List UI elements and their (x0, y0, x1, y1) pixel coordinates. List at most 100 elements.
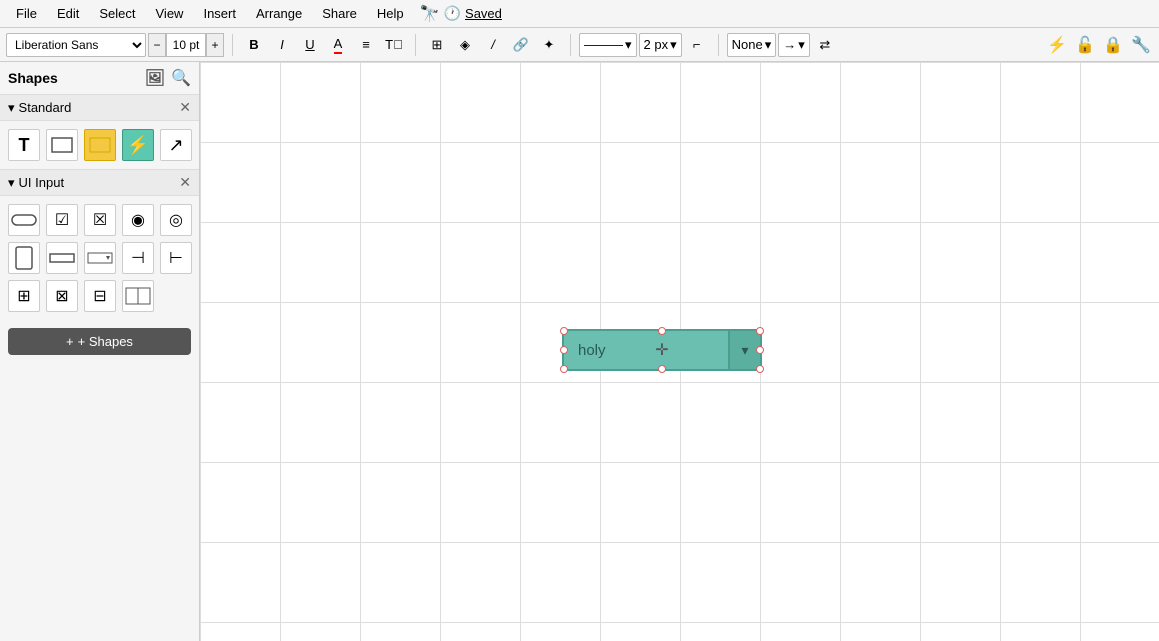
corner-button[interactable]: ⌐ (684, 32, 710, 58)
menu-help[interactable]: Help (369, 4, 412, 23)
section-standard-label: Standard (19, 100, 72, 115)
menu-insert[interactable]: Insert (195, 4, 244, 23)
shape-labeled-input[interactable]: ⊟ (84, 280, 116, 312)
shape-search-input[interactable]: ⊠ (46, 280, 78, 312)
handle-top-center[interactable] (658, 327, 666, 335)
sidebar-header: Shapes 🖼 🔍 (0, 62, 199, 94)
line-width-select[interactable]: 2 px ▾ (639, 33, 682, 57)
search-icon[interactable]: 🔍 (171, 68, 191, 88)
chevron-down-icon: ▾ (625, 37, 632, 53)
gallery-icon[interactable]: 🖼 (145, 68, 165, 88)
sidebar: Shapes 🖼 🔍 ▾ Standard ✕ T ⚡ ↗ (0, 62, 200, 641)
shape-slider[interactable]: ⊣ (122, 242, 154, 274)
handle-middle-right[interactable] (756, 346, 764, 354)
main-area: Shapes 🖼 🔍 ▾ Standard ✕ T ⚡ ↗ (0, 62, 1159, 641)
font-color-button[interactable]: A (325, 32, 351, 58)
line-style-select[interactable]: ——— ▾ (579, 33, 637, 57)
link-button[interactable]: 🔗 (508, 32, 534, 58)
font-size-decrease[interactable]: − (148, 33, 166, 57)
move-icon: ✛ (655, 340, 668, 360)
font-group: Liberation Sans − + (6, 33, 224, 57)
shape-radio-empty[interactable]: ◎ (160, 204, 192, 236)
shape-yellow-rect[interactable] (84, 129, 116, 161)
saved-area: 🔭 🕐 Saved (420, 4, 502, 24)
shape-dropdown[interactable] (84, 242, 116, 274)
ui-input-shapes-grid: ☑ ☒ ◉ ◎ ⊣ ⊢ ⊞ ⊠ ⊟ (0, 196, 199, 320)
sep-3 (570, 34, 571, 56)
shape-split-panel[interactable] (122, 280, 154, 312)
add-shapes-button[interactable]: + + Shapes (8, 328, 191, 355)
chevron-down-icon-3: ▾ (765, 37, 772, 53)
menu-bar: File Edit Select View Insert Arrange Sha… (0, 0, 1159, 28)
shape-radio-filled[interactable]: ◉ (122, 204, 154, 236)
saved-label[interactable]: Saved (465, 6, 502, 21)
menu-arrange[interactable]: Arrange (248, 4, 310, 23)
swap-arrow-button[interactable]: ⇄ (812, 32, 838, 58)
handle-top-right[interactable] (756, 327, 764, 335)
section-standard-header: ▾ Standard ✕ (0, 94, 199, 121)
table-button[interactable]: ⊞ (424, 32, 450, 58)
bold-button[interactable]: B (241, 32, 267, 58)
shape-grid-input[interactable]: ⊞ (8, 280, 40, 312)
menu-edit[interactable]: Edit (49, 4, 87, 23)
underline-button[interactable]: U (297, 32, 323, 58)
shape-lightning[interactable]: ⚡ (122, 129, 154, 161)
chevron-down-standard-icon: ▾ (8, 100, 15, 116)
menu-select[interactable]: Select (91, 4, 143, 23)
extra-button[interactable]: ✦ (536, 32, 562, 58)
shape-tablet[interactable] (8, 242, 40, 274)
section-ui-input-close[interactable]: ✕ (179, 174, 191, 191)
sep-2 (415, 34, 416, 56)
shape-checkbox-checked[interactable]: ☑ (46, 204, 78, 236)
arrow-end-select[interactable]: → ▾ (778, 33, 810, 57)
sep-4 (718, 34, 719, 56)
handle-bottom-right[interactable] (756, 365, 764, 373)
line-group: ——— ▾ 2 px ▾ ⌐ (579, 32, 710, 58)
section-ui-input-label: UI Input (19, 175, 65, 190)
text-format-group: B I U A ≡ T⃨ (241, 32, 407, 58)
section-standard-close[interactable]: ✕ (179, 99, 191, 116)
shape-checkbox-x[interactable]: ☒ (84, 204, 116, 236)
canvas[interactable]: holy ✛ ▾ (200, 62, 1159, 641)
menu-view[interactable]: View (148, 4, 192, 23)
standard-shapes-grid: T ⚡ ↗ (0, 121, 199, 169)
handle-top-left[interactable] (560, 327, 568, 335)
lock-button[interactable]: 🔒 (1101, 33, 1125, 57)
sep-1 (232, 34, 233, 56)
arrow-start-label: None (732, 37, 763, 52)
dropdown-shape[interactable]: holy ✛ ▾ (562, 329, 762, 371)
shape-rectangle[interactable] (46, 129, 78, 161)
lightning-button[interactable]: ⚡ (1045, 33, 1069, 57)
italic-button[interactable]: I (269, 32, 295, 58)
shape-input-flat[interactable] (46, 242, 78, 274)
chevron-down-icon-4: ▾ (798, 37, 805, 53)
font-size-input[interactable] (166, 33, 206, 57)
align-text-button[interactable]: T⃨ (381, 32, 407, 58)
sidebar-title: Shapes (8, 70, 58, 86)
wrench-button[interactable]: 🔧 (1129, 33, 1153, 57)
shape-input-rounded[interactable] (8, 204, 40, 236)
unlock-button[interactable]: 🔓 (1073, 33, 1097, 57)
sidebar-header-icons: 🖼 🔍 (145, 68, 191, 88)
shape-toggle[interactable]: ⊢ (160, 242, 192, 274)
handle-bottom-left[interactable] (560, 365, 568, 373)
font-selector[interactable]: Liberation Sans (6, 33, 146, 57)
font-color-icon: A (334, 36, 343, 54)
text-align-icon: T⃨ (385, 37, 403, 52)
fill-button[interactable]: ◈ (452, 32, 478, 58)
shape-arrow[interactable]: ↗ (160, 129, 192, 161)
line-style-icon: ——— (584, 37, 623, 52)
menu-share[interactable]: Share (314, 4, 365, 23)
menu-file[interactable]: File (8, 4, 45, 23)
align-center-button[interactable]: ≡ (353, 32, 379, 58)
font-size-increase[interactable]: + (206, 33, 224, 57)
shape-text-label: holy (564, 342, 728, 359)
line-color-button[interactable]: / (480, 32, 506, 58)
shape-text[interactable]: T (8, 129, 40, 161)
handle-bottom-center[interactable] (658, 365, 666, 373)
arrow-start-select[interactable]: None ▾ (727, 33, 777, 57)
arrow-end-icon: → (783, 37, 796, 52)
section-ui-input-header: ▾ UI Input ✕ (0, 169, 199, 196)
handle-middle-left[interactable] (560, 346, 568, 354)
chevron-down-icon-2: ▾ (670, 37, 677, 53)
